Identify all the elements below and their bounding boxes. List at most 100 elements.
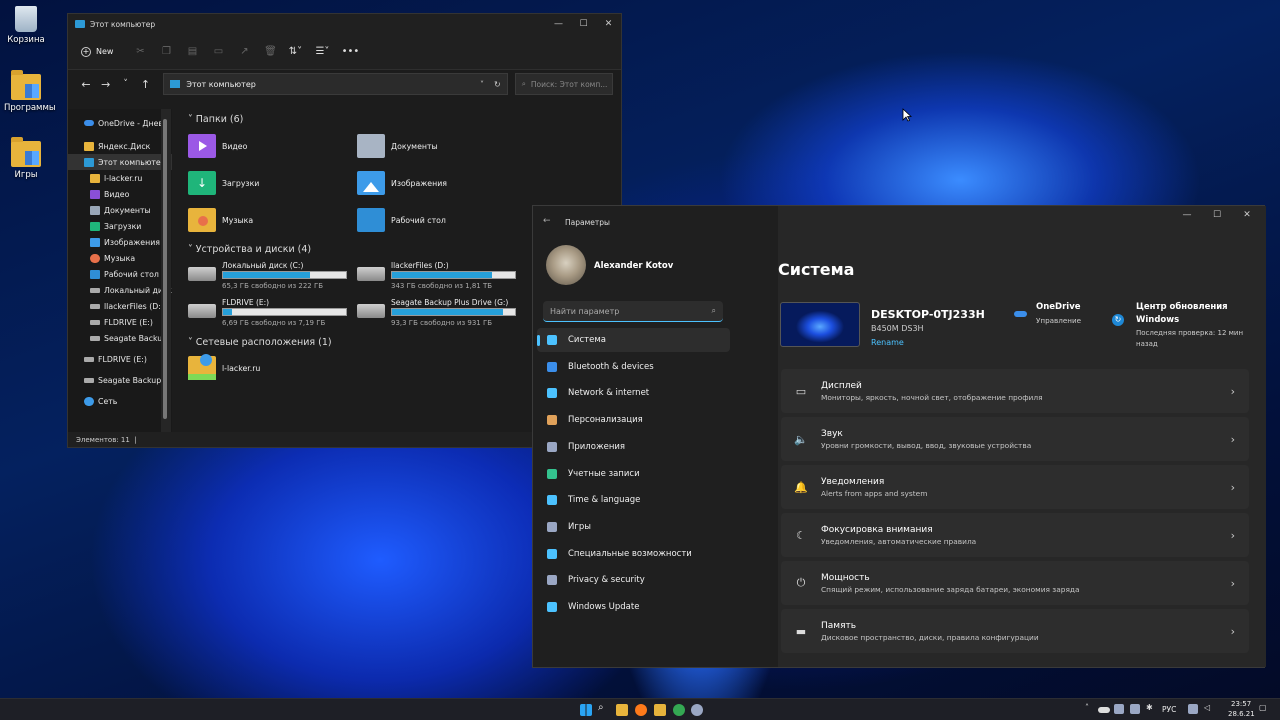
tree-item[interactable]: Яндекс.Диск — [68, 138, 172, 154]
tray-app-icon[interactable] — [1130, 704, 1140, 714]
tree-item[interactable]: Локальный диск — [68, 282, 172, 298]
tree-item[interactable]: Сеть — [68, 393, 172, 409]
folder-item[interactable]: Музыка — [188, 208, 253, 232]
volume-icon[interactable]: ◁ — [1204, 703, 1216, 715]
network-icon[interactable] — [1188, 704, 1198, 714]
tree-item-selected[interactable]: Этот компьютер — [68, 154, 172, 170]
tree-item[interactable]: Документы — [68, 202, 172, 218]
forward-button[interactable]: → — [96, 78, 116, 91]
nav-item-7[interactable]: Time & language — [537, 488, 730, 512]
nav-item-11[interactable]: Windows Update — [537, 595, 730, 619]
folder-item[interactable]: Изображения — [357, 171, 447, 195]
avatar[interactable] — [546, 245, 586, 285]
card-text: Дисплей Мониторы, яркость, ночной свет, о… — [821, 381, 1043, 402]
clock-time[interactable]: 23:57 — [1231, 700, 1251, 708]
paste-icon[interactable]: ▤ — [179, 46, 205, 57]
explorer-taskbar-icon[interactable] — [616, 704, 628, 716]
onedrive-tile[interactable]: OneDrive Управление — [1014, 302, 1094, 328]
nav-item-4[interactable]: Персонализация — [537, 408, 730, 432]
rename-link[interactable]: Rename — [871, 338, 904, 347]
settings-card[interactable]: ▭ Дисплей Мониторы, яркость, ночной свет, … — [781, 369, 1249, 413]
search-input[interactable]: ⌕ Поиск: Этот комп... — [514, 73, 613, 95]
clock-date[interactable]: 28.6.21 — [1228, 710, 1255, 718]
share-icon[interactable]: ↗ — [231, 46, 257, 57]
folder-item[interactable]: Документы — [357, 134, 438, 158]
programs-desktop-icon[interactable]: Программы — [4, 70, 56, 113]
app-icon[interactable] — [654, 704, 666, 716]
minimize-button[interactable]: — — [1172, 210, 1202, 220]
folder-item[interactable]: ↓ Загрузки — [188, 171, 259, 195]
settings-card[interactable]: ⏻ Мощность Спящий режим, использование зар… — [781, 561, 1249, 605]
tray-app-icon[interactable] — [1114, 704, 1124, 714]
section-network[interactable]: ˅ Сетевые расположения (1) — [188, 337, 332, 348]
nav-scrollbar[interactable] — [161, 109, 171, 439]
card-text: Уведомления Alerts from apps and system — [821, 477, 927, 498]
folder-item[interactable]: Рабочий стол — [357, 208, 446, 232]
up-button[interactable]: ↑ — [136, 78, 156, 91]
tree-item[interactable]: FLDRIVE (E:) — [68, 351, 172, 367]
close-button[interactable]: ✕ — [1232, 210, 1262, 220]
refresh-icon[interactable]: ↻ — [494, 80, 501, 89]
tree-item[interactable]: Видео — [68, 186, 172, 202]
start-button[interactable] — [580, 704, 592, 716]
bluetooth-icon[interactable]: ✱ — [1146, 703, 1158, 715]
copy-icon[interactable]: ❐ — [153, 46, 179, 57]
tree-item[interactable]: OneDrive - Дневн — [68, 115, 172, 131]
nav-item-3[interactable]: Network & internet — [537, 381, 730, 405]
more-icon[interactable]: ••• — [337, 46, 363, 57]
folder-label: Видео — [222, 141, 248, 151]
back-button[interactable]: ← — [76, 78, 96, 91]
onedrive-tray-icon[interactable] — [1098, 707, 1110, 713]
tree-item[interactable]: FLDRIVE (E:) — [68, 314, 172, 330]
settings-card[interactable]: ▬ Память Дисковое пространство, диски, пра… — [781, 609, 1249, 653]
chevron-up-icon[interactable]: ˄ — [1085, 703, 1097, 715]
minimize-button[interactable]: — — [546, 19, 571, 29]
search-icon[interactable]: ⌕ — [598, 702, 610, 714]
maximize-button[interactable]: ☐ — [1202, 210, 1232, 220]
nav-item-8[interactable]: Игры — [537, 515, 730, 539]
tree-item[interactable]: Изображения — [68, 234, 172, 250]
section-folders[interactable]: ˅ Папки (6) — [188, 114, 243, 125]
new-button[interactable]: + New — [81, 46, 113, 57]
tree-item[interactable]: Seagate Backup P — [68, 372, 172, 388]
settings-search-input[interactable]: Найти параметр ⌕ — [543, 301, 723, 322]
nav-item-2[interactable]: Bluetooth & devices — [537, 355, 730, 379]
games-desktop-icon[interactable]: Игры — [4, 137, 48, 180]
view-icon[interactable]: ☰˅ — [307, 46, 337, 57]
tree-item[interactable]: l-lacker.ru — [68, 170, 172, 186]
tree-item[interactable]: Загрузки — [68, 218, 172, 234]
windows-update-tile[interactable]: ↻ Центр обновления Windows Последняя про… — [1112, 302, 1262, 350]
folder-item[interactable]: Видео — [188, 134, 247, 158]
recycle-bin-desktop-icon[interactable]: Корзина — [4, 6, 48, 45]
rename-icon[interactable]: ▭ — [205, 46, 231, 57]
settings-taskbar-icon[interactable] — [691, 704, 703, 716]
nav-item-5[interactable]: Приложения — [537, 435, 730, 459]
settings-card[interactable]: 🔔 Уведомления Alerts from apps and system › — [781, 465, 1249, 509]
close-button[interactable]: ✕ — [596, 19, 621, 29]
delete-icon[interactable]: 🗑 — [257, 46, 283, 57]
notification-icon[interactable]: ▢ — [1259, 703, 1271, 715]
recent-button[interactable]: ˅ — [116, 79, 136, 89]
network-location-item[interactable]: l-lacker.ru — [188, 354, 260, 380]
back-arrow-icon[interactable]: ← — [543, 216, 551, 226]
firefox-icon[interactable] — [635, 704, 647, 716]
section-devices[interactable]: ˅ Устройства и диски (4) — [188, 244, 311, 255]
nav-item-9[interactable]: Специальные возможности — [537, 542, 730, 566]
chevron-down-icon[interactable]: ˅ — [480, 80, 484, 89]
cut-icon[interactable]: ✂ — [127, 46, 153, 57]
sort-icon[interactable]: ⇅˅ — [283, 46, 307, 57]
nav-item-6[interactable]: Учетные записи — [537, 462, 730, 486]
settings-card[interactable]: ☾ Фокусировка внимания Уведомления, автома… — [781, 513, 1249, 557]
tree-item[interactable]: Рабочий стол — [68, 266, 172, 282]
tree-item[interactable]: Музыка — [68, 250, 172, 266]
maximize-button[interactable]: ☐ — [571, 19, 596, 29]
address-bar[interactable]: Этот компьютер ˅ ↻ — [163, 73, 508, 95]
tree-item[interactable]: llackerFiles (D:) — [68, 298, 172, 314]
nav-item-10[interactable]: Privacy & security — [537, 568, 730, 592]
chevron-right-icon: › — [1230, 576, 1235, 590]
settings-card[interactable]: 🔈 Звук Уровни громкости, вывод, ввод, звук… — [781, 417, 1249, 461]
chrome-icon[interactable] — [673, 704, 685, 716]
tree-item[interactable]: Seagate Backup — [68, 330, 172, 346]
language-indicator[interactable]: РУС — [1162, 705, 1176, 714]
nav-item-1[interactable]: Система — [537, 328, 730, 352]
